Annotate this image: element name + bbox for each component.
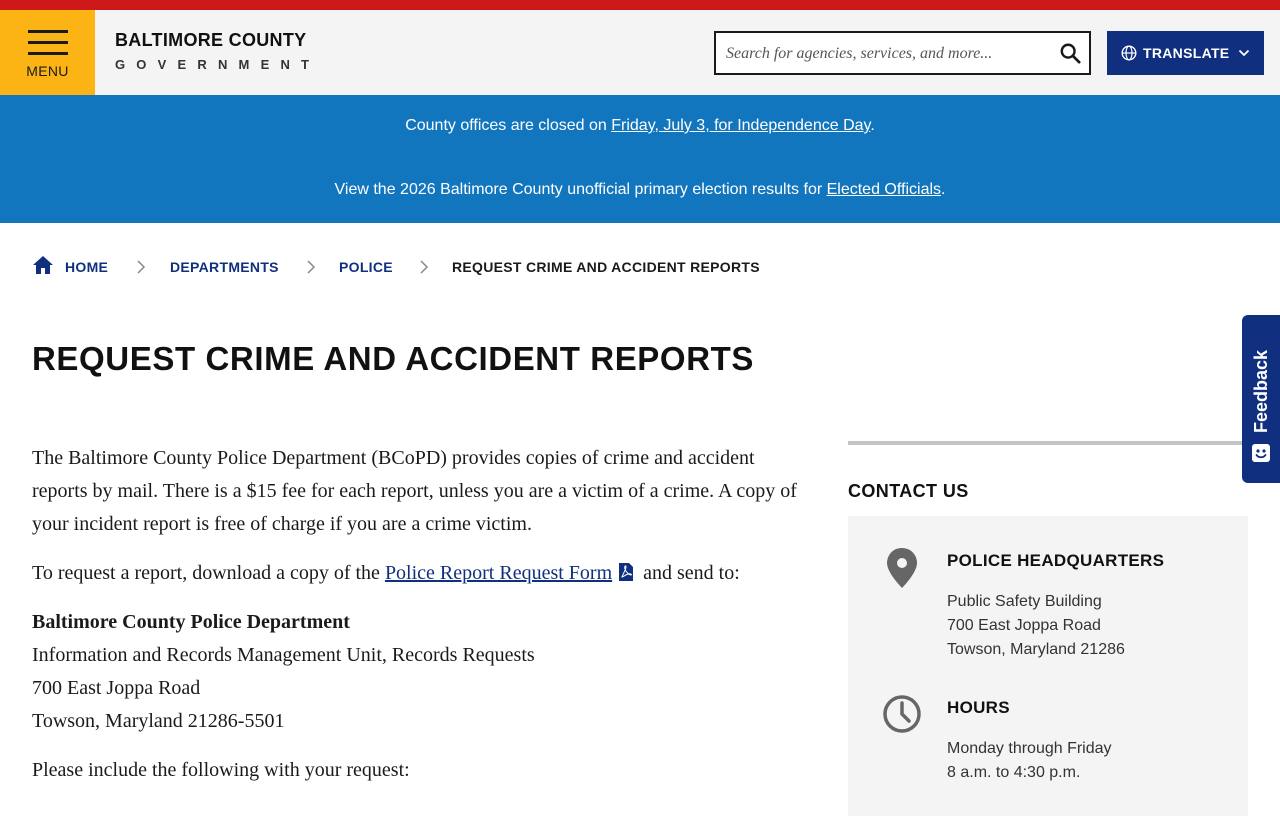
site-header: MENU BALTIMORE COUNTY GOVERNMENT TRANSLA… [0, 10, 1280, 95]
mailing-address: Baltimore County Police Department Infor… [32, 606, 812, 738]
intro-paragraph: The Baltimore County Police Department (… [32, 447, 797, 535]
search-icon[interactable] [1059, 42, 1081, 64]
clock-icon [883, 695, 921, 733]
alert-election: View the 2026 Baltimore County unofficia… [0, 181, 1280, 199]
page-title: REQUEST CRIME AND ACCIDENT REPORTS [32, 340, 754, 377]
hq-line3: Towson, Maryland 21286 [947, 641, 1125, 658]
hours-line1: Monday through Friday [947, 740, 1112, 757]
alert-holiday-text: County offices are closed on [405, 117, 612, 134]
alert-banner: County offices are closed on Friday, Jul… [0, 95, 1280, 223]
hours-line2: 8 a.m. to 4:30 p.m. [947, 764, 1081, 781]
address-line3: Towson, Maryland 21286-5501 [32, 710, 285, 732]
alert-election-suffix: . [941, 181, 946, 198]
translate-button[interactable]: TRANSLATE [1107, 31, 1264, 75]
alert-holiday-suffix: . [870, 117, 875, 134]
sidebar-divider [848, 441, 1248, 445]
hamburger-icon [28, 30, 68, 63]
include-paragraph: Please include the following with your r… [32, 759, 410, 781]
alert-holiday: County offices are closed on Friday, Jul… [0, 117, 1280, 135]
translate-label: TRANSLATE [1143, 45, 1230, 61]
alert-election-text: View the 2026 Baltimore County unofficia… [334, 181, 827, 198]
contact-heading: CONTACT US [848, 481, 969, 501]
breadcrumb-current: REQUEST CRIME AND ACCIDENT REPORTS [452, 259, 760, 275]
chevron-right-icon [420, 260, 429, 274]
hq-line2: 700 East Joppa Road [947, 617, 1101, 634]
search-box [714, 31, 1091, 75]
feedback-label: Feedback [1251, 349, 1271, 433]
menu-label: MENU [26, 63, 69, 79]
top-stripe [0, 0, 1280, 10]
request-prefix: To request a report, download a copy of … [32, 562, 385, 584]
chevron-right-icon [307, 260, 316, 274]
main-content: The Baltimore County Police Department (… [32, 442, 812, 803]
address-name: Baltimore County Police Department [32, 611, 350, 633]
address-line1: Information and Records Management Unit,… [32, 644, 535, 666]
globe-icon [1121, 45, 1137, 61]
site-logo[interactable]: BALTIMORE COUNTY GOVERNMENT [115, 30, 320, 72]
breadcrumb-home[interactable]: HOME [65, 259, 108, 275]
breadcrumb-departments[interactable]: DEPARTMENTS [170, 259, 279, 275]
contact-sidebar: CONTACT US POLICE HEADQUARTERS Public Sa… [848, 441, 1248, 816]
alert-holiday-link[interactable]: Friday, July 3, for Independence Day [611, 117, 870, 134]
request-suffix: and send to: [638, 562, 740, 584]
map-pin-icon [887, 548, 917, 588]
feedback-icon [1252, 444, 1270, 462]
alert-election-link[interactable]: Elected Officials [827, 181, 941, 198]
breadcrumb-police[interactable]: POLICE [339, 259, 393, 275]
request-form-link[interactable]: Police Report Request Form [385, 562, 612, 584]
logo-line1: BALTIMORE COUNTY [115, 30, 307, 50]
menu-button[interactable]: MENU [0, 10, 95, 95]
logo-line2: GOVERNMENT [115, 57, 321, 72]
request-paragraph: To request a report, download a copy of … [32, 557, 812, 590]
contact-card: POLICE HEADQUARTERS Public Safety Buildi… [848, 516, 1248, 816]
feedback-tab[interactable]: Feedback [1242, 315, 1280, 483]
home-icon[interactable] [32, 255, 54, 275]
pdf-icon [619, 563, 634, 581]
hq-line1: Public Safety Building [947, 593, 1102, 610]
address-line2: 700 East Joppa Road [32, 677, 201, 699]
hq-title: POLICE HEADQUARTERS [947, 551, 1165, 570]
chevron-right-icon [137, 260, 146, 274]
hours-title: HOURS [947, 698, 1010, 717]
chevron-down-icon [1238, 49, 1250, 57]
search-input[interactable] [724, 33, 1048, 75]
